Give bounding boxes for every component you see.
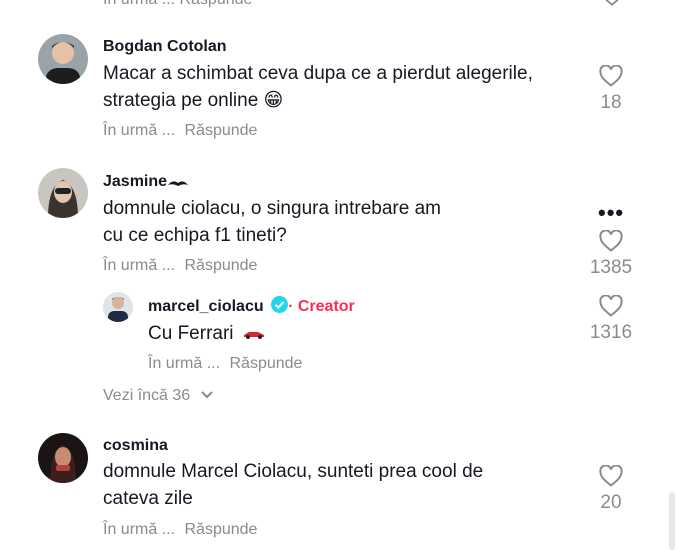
reply-text: Cu Ferrari [148, 320, 265, 347]
reply-button[interactable]: Răspunde [184, 521, 257, 538]
view-more-replies-button[interactable]: Vezi încă 36 [103, 387, 213, 405]
like-button[interactable]: 1385 [581, 229, 641, 279]
comment-username[interactable]: cosmina [103, 437, 168, 455]
reply-avatar[interactable] [103, 292, 133, 322]
separator-dot: · [288, 298, 294, 315]
comment-text-line: domnule ciolacu, o singura intrebare am [103, 198, 441, 219]
scrollbar-thumb[interactable] [669, 492, 675, 550]
comment-text-line: cateva zile [103, 488, 193, 509]
comment-meta: În urmă ... Răspunde [103, 521, 257, 539]
previous-comment-meta: În urmă ... Răspunde [103, 0, 252, 9]
like-count: 20 [600, 492, 622, 513]
heart-outline-icon [599, 229, 623, 252]
like-count: 1385 [589, 257, 633, 278]
heart-outline-icon [599, 64, 623, 87]
heart-outline-icon [599, 464, 623, 487]
comment-time: În urmă ... [103, 122, 176, 139]
reply-username[interactable]: marcel_ciolacu [148, 298, 264, 315]
comment-text-line: domnule Marcel Ciolacu, sunteti prea coo… [103, 461, 484, 482]
comment-time: În urmă ... [103, 257, 176, 274]
comment-text-line: cu ce echipa f1 tineti? [103, 225, 287, 246]
more-options-button[interactable]: ••• [598, 200, 624, 226]
chevron-down-icon [200, 391, 213, 399]
comment-username[interactable]: Jasmine [103, 173, 189, 191]
mustache-emoji-icon [168, 181, 189, 186]
verified-check-icon [271, 296, 289, 313]
creator-badge: Creator [297, 298, 355, 315]
reply-button[interactable]: Răspunde [184, 122, 257, 139]
heart-outline-icon [599, 294, 623, 317]
avatar[interactable] [38, 433, 88, 483]
reply-button[interactable]: Răspunde [229, 355, 302, 372]
like-count: 18 [600, 92, 622, 113]
reply-header: marcel_ciolacu · Creator [148, 296, 355, 316]
comment-time: În urmă ... [103, 521, 176, 538]
reply-meta: În urmă ... Răspunde [148, 355, 302, 373]
like-count: 1316 [589, 322, 633, 343]
comment-meta: În urmă ... Răspunde [103, 122, 257, 140]
avatar[interactable] [38, 168, 88, 218]
comment-username[interactable]: Bogdan Cotolan [103, 38, 227, 56]
reply-time: În urmă ... [148, 355, 221, 372]
like-button[interactable]: 1316 [581, 294, 641, 344]
comment-text-line: strategia pe online 😁 [103, 90, 284, 111]
avatar[interactable] [38, 34, 88, 84]
comment-text-line: Macar a schimbat ceva dupa ce a pierdut … [103, 63, 533, 84]
comment-meta: În urmă ... Răspunde [103, 257, 257, 275]
previous-comment-like-icon[interactable] [601, 0, 623, 11]
like-button[interactable]: 20 [581, 464, 641, 514]
race-car-icon [243, 332, 264, 339]
like-button[interactable]: 18 [581, 64, 641, 114]
reply-button[interactable]: Răspunde [184, 257, 257, 274]
